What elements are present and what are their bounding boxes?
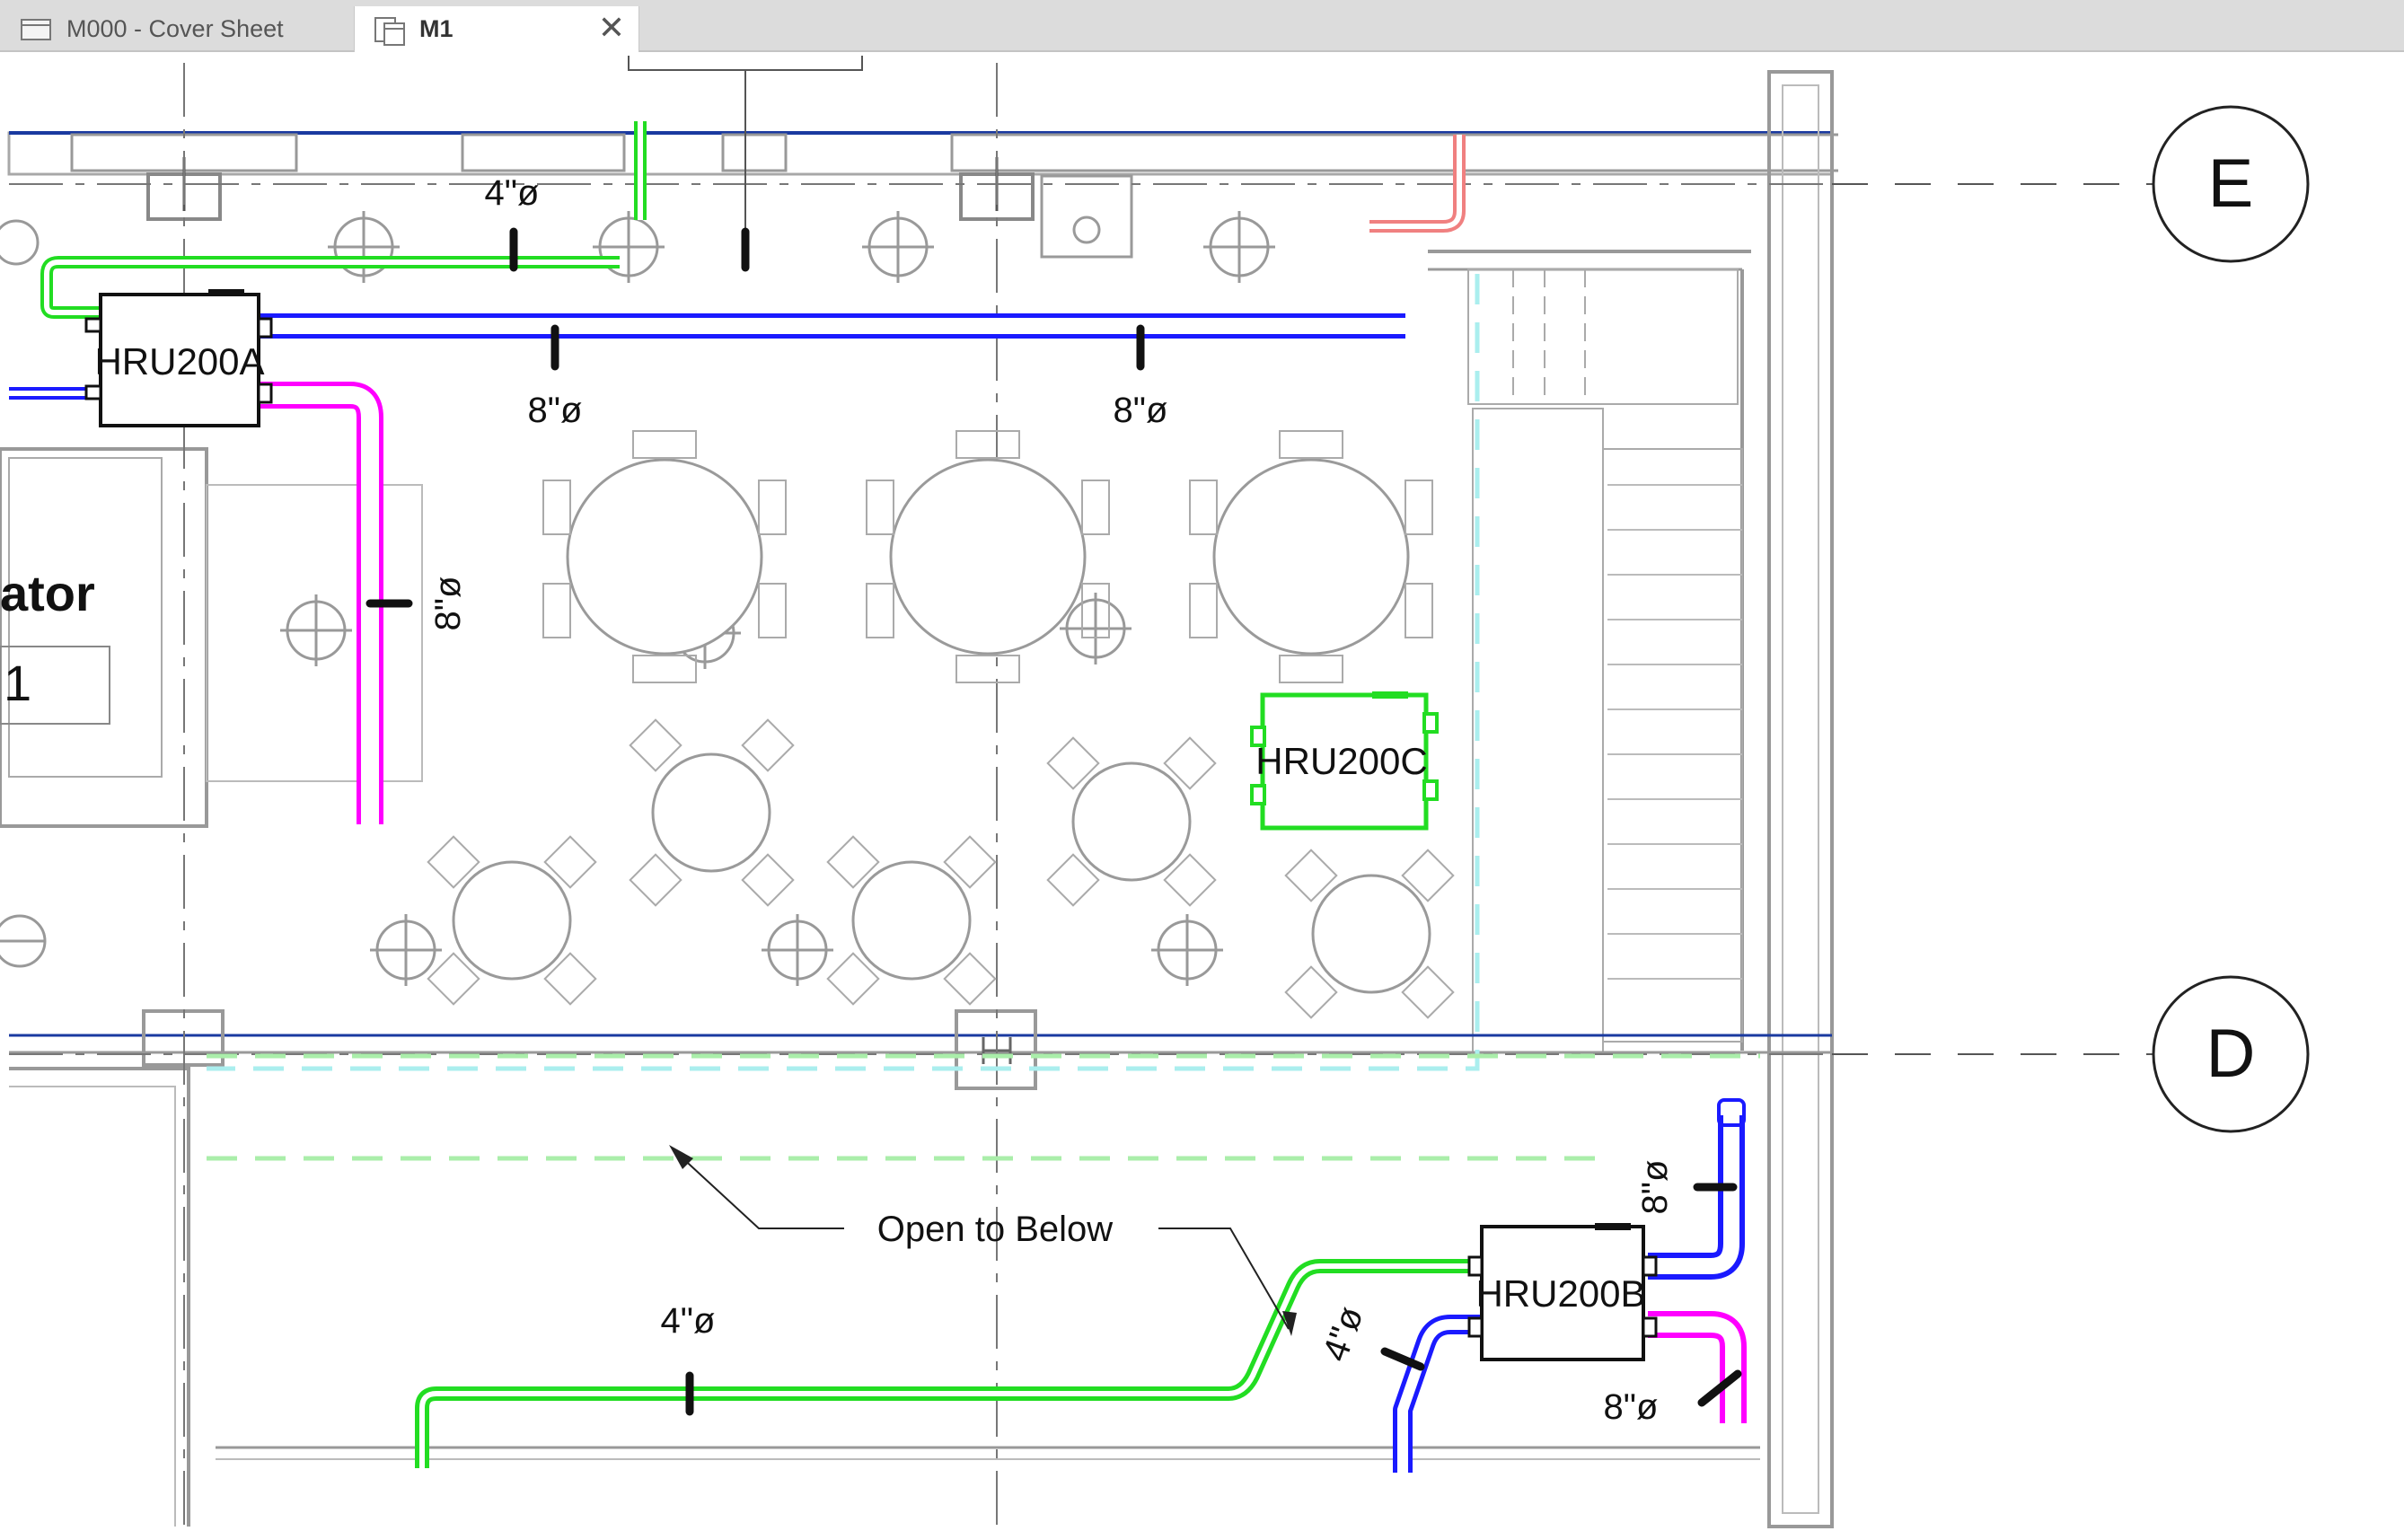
drawing-canvas[interactable]: E D HRU200A HRU200C HRU200B 4"ø 8"ø 8"ø …: [0, 52, 2404, 1536]
sheet-icon: [20, 16, 54, 43]
tab-label: M000 - Cover Sheet: [66, 15, 284, 42]
duct-size-label: 8"ø: [1114, 391, 1168, 430]
close-icon[interactable]: ✕: [597, 12, 626, 44]
duct-size-label: 4"ø: [661, 1301, 716, 1341]
hru200a-tag: HRU200A: [94, 340, 264, 383]
document-tab-bar: M000 - Cover Sheet M1 ✕: [0, 0, 2404, 52]
tab-cover-sheet[interactable]: M000 - Cover Sheet: [0, 6, 352, 52]
duct-size-label: 8"ø: [1635, 1160, 1675, 1215]
grid-label-e: E: [2208, 145, 2254, 222]
duct-size-label: 4"ø: [485, 173, 540, 213]
hru200b-tag: HRU200B: [1475, 1272, 1645, 1315]
duct-size-label: 8"ø: [428, 576, 468, 631]
hru200c-tag: HRU200C: [1255, 740, 1427, 782]
view-icon: [373, 16, 407, 46]
tab-label: M1: [419, 15, 454, 42]
duct-size-label: 4"ø: [1316, 1301, 1371, 1366]
room-number: 1: [4, 655, 31, 711]
room-name: ator: [0, 565, 95, 621]
duct-size-label: 8"ø: [528, 391, 583, 430]
grid-label-d: D: [2206, 1016, 2256, 1092]
open-to-below-note: Open to Below: [877, 1210, 1113, 1249]
duct-size-label: 8"ø: [1604, 1387, 1659, 1427]
tab-m1[interactable]: M1 ✕: [354, 6, 639, 52]
floor-plan: E D HRU200A HRU200C HRU200B 4"ø 8"ø 8"ø …: [0, 52, 2404, 1536]
